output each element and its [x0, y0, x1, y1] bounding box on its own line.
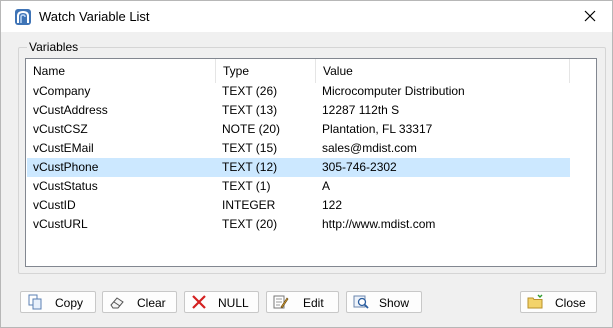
copy-button-label: Copy — [55, 296, 84, 310]
clear-button-label: Clear — [137, 296, 166, 310]
cell-type: TEXT (12) — [222, 160, 278, 174]
cell-value: Microcomputer Distribution — [322, 84, 465, 98]
cell-type: NOTE (20) — [222, 122, 281, 136]
folder-icon — [527, 294, 543, 309]
magnifier-icon — [353, 295, 369, 309]
cell-value: 305-746-2302 — [322, 160, 397, 174]
red-x-icon — [192, 295, 206, 309]
app-icon — [15, 9, 31, 25]
null-button-label: NULL — [218, 296, 249, 310]
cell-type: TEXT (20) — [222, 217, 278, 231]
cell-type: TEXT (13) — [222, 103, 278, 117]
eraser-icon — [110, 297, 124, 309]
close-icon — [584, 10, 596, 22]
table-row[interactable]: vCustURL TEXT (20) http://www.mdist.com — [27, 215, 570, 234]
cell-type: TEXT (1) — [222, 179, 271, 193]
cell-value: 12287 112th S — [322, 103, 400, 117]
cell-type: TEXT (26) — [222, 84, 278, 98]
cell-name: vCustStatus — [33, 179, 98, 193]
cell-name: vCustCSZ — [33, 122, 88, 136]
edit-button-label: Edit — [303, 296, 324, 310]
table-row-selected[interactable]: vCustPhone TEXT (12) 305-746-2302 — [27, 158, 570, 177]
copy-icon — [28, 294, 42, 310]
show-button[interactable]: Show — [346, 291, 422, 313]
cell-value: 122 — [322, 198, 343, 212]
cell-name: vCustAddress — [33, 103, 108, 117]
cell-name: vCustEMail — [33, 141, 94, 155]
show-button-label: Show — [379, 296, 410, 310]
cell-value: http://www.mdist.com — [322, 217, 436, 231]
table-row[interactable]: vCustEMail TEXT (15) sales@mdist.com — [27, 139, 570, 158]
title-bar[interactable]: Watch Variable List — [1, 1, 612, 32]
table-row[interactable]: vCompany TEXT (26) Microcomputer Distrib… — [27, 82, 570, 101]
watch-variable-window: Watch Variable List Variables Name Type … — [0, 0, 613, 328]
copy-button[interactable]: Copy — [20, 291, 96, 313]
table-row[interactable]: vCustStatus TEXT (1) A — [27, 177, 570, 196]
cell-value: sales@mdist.com — [322, 141, 417, 155]
cell-type: INTEGER — [222, 198, 276, 212]
column-header-name[interactable]: Name — [26, 59, 216, 83]
column-header-value[interactable]: Value — [316, 59, 570, 83]
cell-type: TEXT (15) — [222, 141, 278, 155]
variables-list[interactable]: Name Type Value vCompany TEXT (26) Micro… — [25, 58, 597, 267]
close-window-button[interactable] — [575, 3, 605, 29]
cell-name: vCustID — [33, 198, 76, 212]
cell-value: A — [322, 179, 331, 193]
cell-name: vCustPhone — [33, 160, 99, 174]
edit-button[interactable]: Edit — [266, 291, 339, 313]
close-button-label: Close — [555, 296, 586, 310]
null-button[interactable]: NULL — [184, 291, 259, 313]
table-row[interactable]: vCustAddress TEXT (13) 12287 112th S — [27, 101, 570, 120]
edit-pencil-icon — [273, 295, 289, 309]
close-button[interactable]: Close — [520, 291, 597, 313]
cell-name: vCustURL — [33, 217, 88, 231]
table-row[interactable]: vCustID INTEGER 122 — [27, 196, 570, 215]
variables-group-label: Variables — [27, 40, 81, 54]
table-row[interactable]: vCustCSZ NOTE (20) Plantation, FL 33317 — [27, 120, 570, 139]
column-header-type[interactable]: Type — [216, 59, 316, 83]
cell-name: vCompany — [33, 84, 91, 98]
cell-value: Plantation, FL 33317 — [322, 122, 433, 136]
clear-button[interactable]: Clear — [102, 291, 177, 313]
window-title: Watch Variable List — [39, 9, 150, 24]
